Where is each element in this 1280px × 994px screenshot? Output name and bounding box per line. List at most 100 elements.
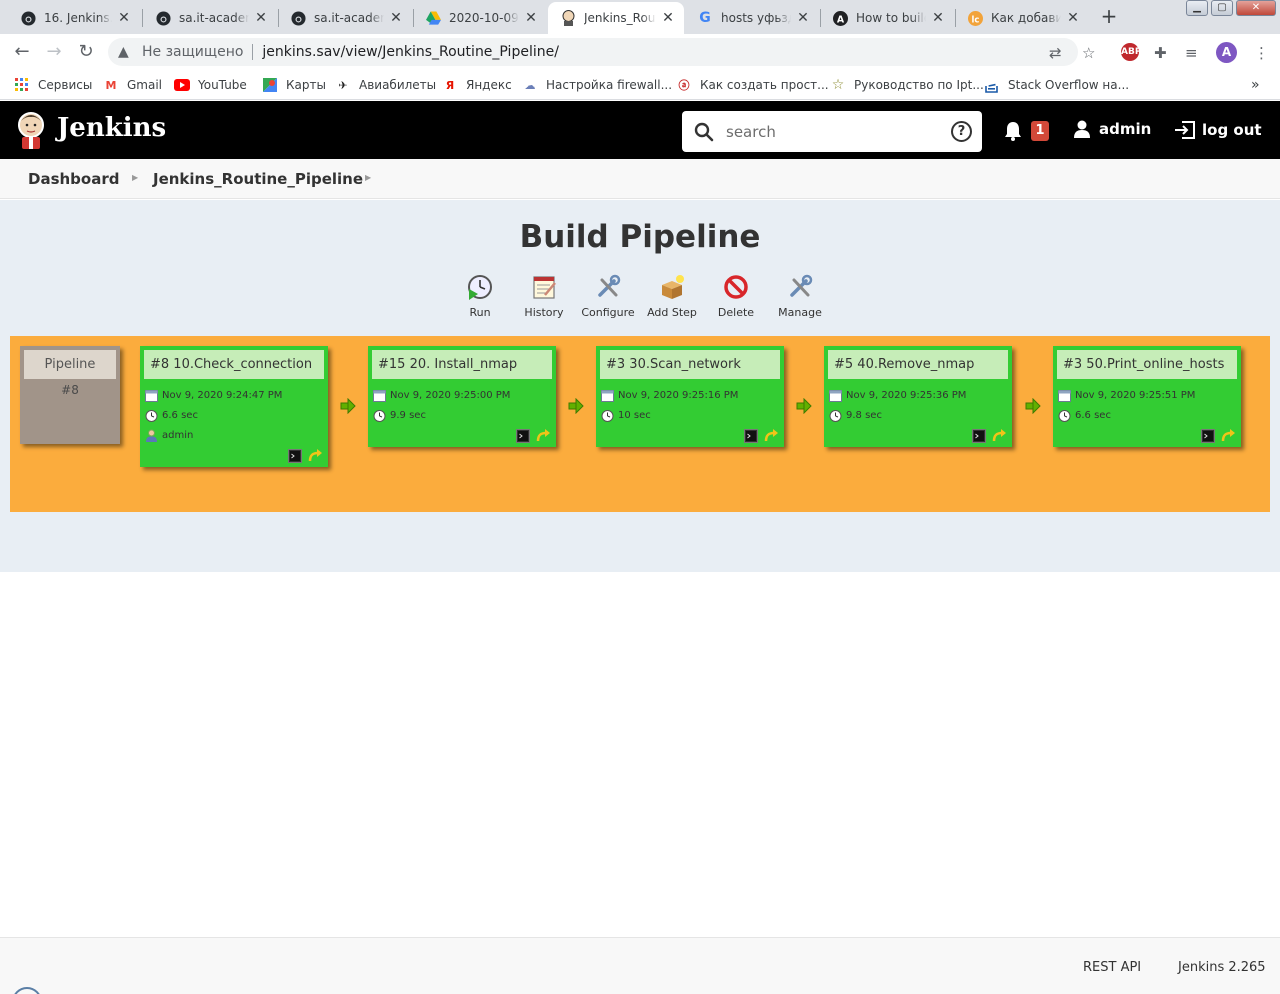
run-button[interactable]: Run — [448, 273, 512, 319]
history-button[interactable]: History — [512, 273, 576, 319]
browser-tab[interactable]: 16. Jenkins. R ✕ — [8, 2, 140, 34]
console-output-icon[interactable] — [516, 429, 530, 443]
forward-arrow-icon[interactable]: → — [44, 42, 64, 62]
address-bar[interactable]: ▲ Не защищено jenkins.sav/view/Jenkins_R… — [108, 38, 1078, 66]
console-output-icon[interactable] — [972, 429, 986, 443]
rest-api-link[interactable]: REST API — [1083, 960, 1141, 975]
browser-tab-active[interactable]: Jenkins_Rout ✕ — [548, 2, 684, 34]
minimize-button[interactable]: ▁ — [1186, 0, 1208, 16]
pipeline-stage[interactable]: #3 30.Scan_network Nov 9, 2020 9:25:16 P… — [596, 346, 784, 447]
bookmarks-overflow-icon[interactable]: » — [1251, 76, 1260, 94]
tab-title: 16. Jenkins. R — [44, 11, 112, 25]
extensions-puzzle-icon[interactable]: ✚ — [1154, 44, 1167, 62]
bookmark-item[interactable]: ⓐ Как создать прост... — [676, 76, 829, 94]
back-arrow-icon[interactable]: ← — [12, 42, 32, 62]
configure-button[interactable]: Configure — [576, 273, 640, 319]
jenkins-version-link[interactable]: Jenkins 2.265 — [1178, 960, 1266, 975]
bookmark-label: Сервисы — [38, 78, 93, 92]
close-icon[interactable]: ✕ — [660, 10, 676, 26]
browser-tab[interactable]: lc Как добавить ✕ — [955, 2, 1089, 34]
search-input[interactable] — [726, 122, 936, 141]
bookmarks-bar: Сервисы M Gmail YouTube Карты ✈ Авиабиле… — [0, 70, 1280, 100]
bookmark-item[interactable]: Я Яндекс — [442, 76, 512, 94]
close-window-button[interactable]: ✕ — [1236, 0, 1276, 16]
browser-tab[interactable]: sa.it-academy ✕ — [143, 2, 277, 34]
rerun-arrow-icon[interactable] — [764, 429, 778, 443]
console-output-icon[interactable] — [744, 429, 758, 443]
github-icon — [155, 10, 171, 26]
help-question-icon[interactable]: ? — [951, 121, 972, 142]
user-link[interactable]: admin — [1073, 120, 1151, 138]
profile-avatar[interactable]: A — [1216, 42, 1237, 63]
window-controls: ▁ ▢ ✕ — [1183, 0, 1276, 16]
add-step-button[interactable]: Add Step — [640, 273, 704, 319]
rerun-arrow-icon[interactable] — [992, 429, 1006, 443]
pipeline-stage[interactable]: #3 50.Print_online_hosts Nov 9, 2020 9:2… — [1053, 346, 1241, 447]
rerun-arrow-icon[interactable] — [536, 429, 550, 443]
console-output-icon[interactable] — [288, 449, 302, 463]
close-icon[interactable]: ✕ — [1065, 10, 1081, 26]
close-icon[interactable]: ✕ — [795, 10, 811, 26]
pipeline-stage[interactable]: #8 10.Check_connection Nov 9, 2020 9:24:… — [140, 346, 328, 467]
bookmark-item[interactable]: ☆ Руководство по Ipt... — [830, 76, 984, 94]
stage-title[interactable]: #15 20. Install_nmap — [372, 350, 552, 379]
stage-title[interactable]: #3 50.Print_online_hosts — [1057, 350, 1237, 379]
rerun-arrow-icon[interactable] — [1221, 429, 1235, 443]
stage-title[interactable]: #8 10.Check_connection — [144, 350, 324, 379]
bookmark-item[interactable]: Stack Overflow на... — [984, 76, 1129, 94]
browser-tab[interactable]: sa.it-academy ✕ — [278, 2, 412, 34]
manage-button[interactable]: Manage — [768, 273, 832, 319]
pipeline-stage[interactable]: #5 40.Remove_nmap Nov 9, 2020 9:25:36 PM… — [824, 346, 1012, 447]
bookmark-item[interactable]: M Gmail — [103, 76, 163, 94]
stage-title[interactable]: #5 40.Remove_nmap — [828, 350, 1008, 379]
search-icon — [694, 122, 714, 141]
browser-tab[interactable]: G hosts уфьзд ✕ — [685, 2, 819, 34]
breadcrumb-chevron-icon[interactable]: ▶ — [365, 173, 371, 182]
configure-tools-icon — [598, 274, 621, 297]
bookmark-item[interactable]: ✈ Авиабилеты — [335, 76, 436, 94]
pipeline-actions: Run History Configure Add Step Delete Ma… — [448, 273, 832, 319]
browser-tab[interactable]: A How to build ✕ — [820, 2, 954, 34]
close-icon[interactable]: ✕ — [388, 10, 404, 26]
reload-icon[interactable]: ↻ — [76, 42, 96, 62]
breadcrumb-chevron-icon[interactable]: ▶ — [132, 173, 138, 182]
console-output-icon[interactable] — [1201, 429, 1215, 443]
notification-badge[interactable]: 1 — [1031, 121, 1049, 141]
stage-title[interactable]: #3 30.Scan_network — [600, 350, 780, 379]
close-icon[interactable]: ✕ — [116, 10, 132, 26]
close-icon[interactable]: ✕ — [930, 10, 946, 26]
breadcrumb-dashboard[interactable]: Dashboard — [28, 170, 119, 188]
adblock-icon[interactable]: ABP — [1121, 43, 1141, 61]
maximize-button[interactable]: ▢ — [1211, 0, 1233, 16]
bookmark-star-icon[interactable]: ☆ — [1082, 44, 1095, 62]
page-icon: ⓐ — [678, 79, 690, 92]
bookmark-item[interactable]: ☁ Настройка firewall... — [522, 76, 673, 94]
bookmark-item[interactable]: Карты — [262, 76, 326, 94]
translate-icon[interactable]: ⇄ — [1049, 44, 1062, 62]
breadcrumb-pipeline-view[interactable]: Jenkins_Routine_Pipeline — [153, 170, 363, 188]
new-tab-button[interactable]: + — [1095, 5, 1123, 29]
rerun-arrow-icon[interactable] — [308, 449, 322, 463]
close-icon[interactable]: ✕ — [523, 10, 539, 26]
pipeline-build-number[interactable]: #8 — [20, 383, 120, 397]
stage-duration-row: 9.9 sec — [368, 405, 556, 425]
bell-icon[interactable] — [1004, 121, 1022, 141]
media-queue-icon[interactable]: ≡ — [1185, 44, 1198, 62]
apps-grid-icon — [14, 77, 30, 93]
add-step-label: Add Step — [647, 306, 697, 319]
bookmark-item[interactable]: Сервисы — [14, 76, 92, 94]
pipeline-revision-box[interactable]: Pipeline #8 — [20, 346, 120, 444]
jenkins-title[interactable]: Jenkins — [57, 113, 166, 143]
delete-button[interactable]: Delete — [704, 273, 768, 319]
logout-link[interactable]: log out — [1174, 120, 1262, 140]
close-icon[interactable]: ✕ — [253, 10, 269, 26]
bookmark-item[interactable]: YouTube — [174, 76, 247, 94]
menu-kebab-icon[interactable]: ⋮ — [1254, 44, 1269, 62]
browser-tab[interactable]: 2020-10-09 ✕ — [413, 2, 547, 34]
pipeline-stage[interactable]: #15 20. Install_nmap Nov 9, 2020 9:25:00… — [368, 346, 556, 447]
stage-buttons — [1195, 429, 1235, 443]
clock-icon — [601, 409, 614, 422]
jenkins-logo-icon[interactable] — [16, 111, 46, 149]
url-text[interactable]: jenkins.sav/view/Jenkins_Routine_Pipelin… — [262, 44, 559, 60]
pipeline-arrow-icon — [568, 398, 584, 414]
